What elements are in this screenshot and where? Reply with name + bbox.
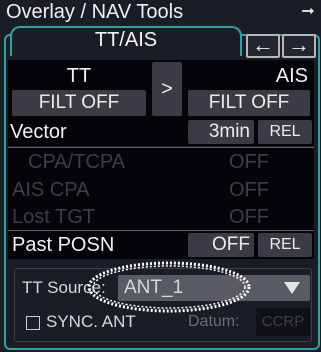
next-page-button[interactable]: →: [282, 34, 316, 58]
highlight-ellipse-annotation: [87, 261, 251, 313]
window-title: Overlay / NAV Tools: [6, 1, 184, 23]
sync-ant-checkbox[interactable]: [26, 316, 40, 330]
tt-label: TT: [66, 65, 92, 87]
vector-label: Vector: [10, 121, 67, 143]
lost-tgt-label: Lost TGT: [12, 206, 95, 228]
past-posn-label: Past POSN: [12, 234, 115, 256]
pin-arrow-icon[interactable]: ➞: [298, 2, 318, 22]
swap-filter-button[interactable]: >: [152, 62, 182, 116]
ais-cpa-value: OFF: [229, 179, 269, 201]
chevron-down-icon: [284, 282, 300, 294]
past-posn-mode-button[interactable]: REL: [258, 233, 312, 257]
cpa-tcpa-label: CPA/TCPA: [28, 151, 126, 173]
prev-page-button[interactable]: ←: [246, 34, 280, 58]
vector-time-button[interactable]: 3min: [188, 120, 254, 144]
past-posn-toggle[interactable]: OFF: [188, 233, 254, 257]
tt-filter-button[interactable]: FILT OFF: [12, 90, 146, 116]
arrow-right-icon: →: [288, 32, 310, 57]
datum-button[interactable]: CCRP: [256, 308, 310, 336]
tab-tt-ais-label: TT/AIS: [94, 29, 158, 51]
ais-label: AIS: [275, 65, 308, 87]
ais-filter-button[interactable]: FILT OFF: [188, 90, 310, 116]
cpa-tcpa-value: OFF: [229, 151, 269, 173]
vector-mode-button[interactable]: REL: [258, 120, 312, 144]
lost-tgt-value: OFF: [229, 206, 269, 228]
arrow-left-icon: ←: [252, 32, 274, 57]
ais-cpa-label: AIS CPA: [12, 179, 90, 201]
